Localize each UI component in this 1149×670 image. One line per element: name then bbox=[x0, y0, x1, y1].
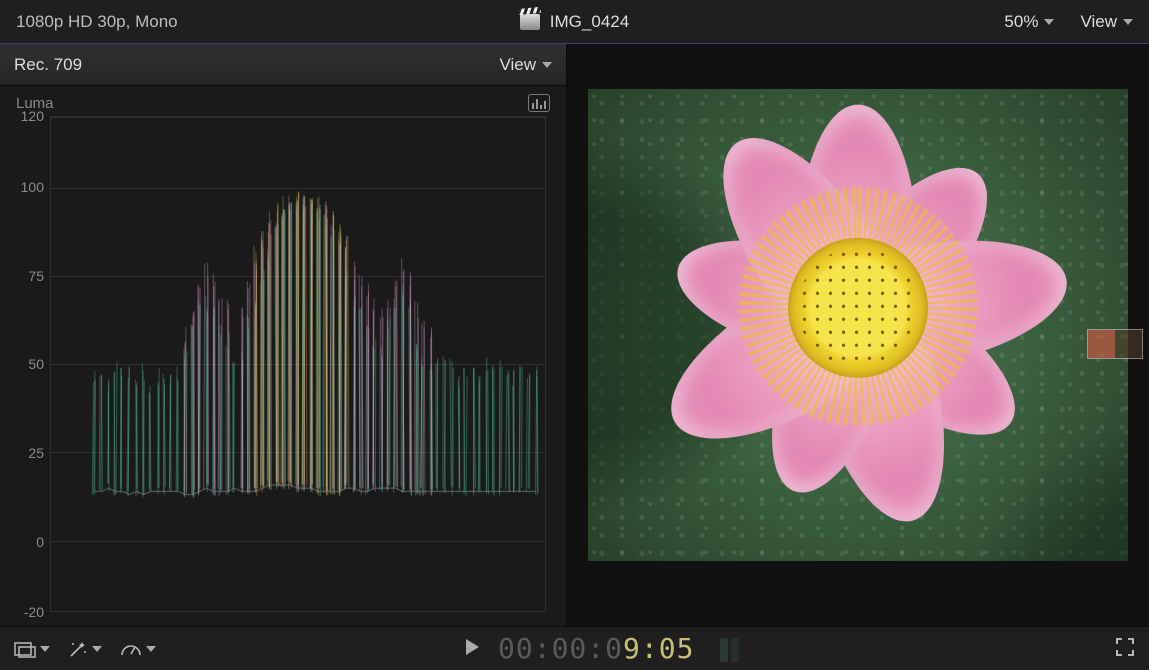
chevron-down-icon bbox=[92, 646, 102, 652]
format-label: 1080p HD 30p, Mono bbox=[16, 12, 178, 32]
chevron-down-icon bbox=[146, 646, 156, 652]
flower-graphic bbox=[638, 96, 1078, 536]
timecode-inactive: 00:00:0 bbox=[498, 632, 623, 665]
video-scopes-panel: Rec. 709 View Luma 120 100 75 50 25 0 -20 bbox=[0, 44, 567, 626]
scope-tick-label: 0 bbox=[10, 534, 44, 550]
timecode-display[interactable]: 00:00:09:05 bbox=[498, 632, 694, 665]
chevron-down-icon bbox=[1044, 19, 1054, 25]
waveform-scope: 1201007550250-20 bbox=[10, 116, 552, 612]
scope-tick-label: 75 bbox=[10, 268, 44, 284]
zoom-dropdown[interactable]: 50% bbox=[1004, 12, 1054, 32]
viewer-header: 1080p HD 30p, Mono IMG_0424 50% View bbox=[0, 0, 1149, 44]
scope-tick-label: 50 bbox=[10, 356, 44, 372]
chevron-down-icon bbox=[40, 646, 50, 652]
audio-meters bbox=[720, 636, 739, 662]
scope-tick-label: 120 bbox=[10, 108, 44, 124]
video-preview[interactable] bbox=[567, 44, 1149, 626]
clip-name: IMG_0424 bbox=[550, 12, 629, 32]
chevron-down-icon bbox=[1123, 19, 1133, 25]
viewer-view-label: View bbox=[1080, 12, 1117, 32]
enhance-tool-button[interactable] bbox=[68, 639, 102, 659]
clapperboard-icon bbox=[520, 14, 540, 30]
scope-tick-label: -20 bbox=[10, 604, 44, 620]
colorspace-label: Rec. 709 bbox=[14, 55, 82, 75]
preview-image bbox=[588, 89, 1128, 561]
fullscreen-button[interactable] bbox=[1115, 637, 1135, 660]
scope-grid bbox=[50, 116, 546, 612]
transport-bar: 00:00:09:05 bbox=[0, 626, 1149, 670]
trim-tool-button[interactable] bbox=[14, 640, 50, 658]
luma-waveform bbox=[91, 117, 539, 565]
main-split: Rec. 709 View Luma 120 100 75 50 25 0 -20 bbox=[0, 44, 1149, 626]
timecode-active: 9:05 bbox=[623, 632, 694, 665]
gamut-indicator[interactable] bbox=[1087, 329, 1143, 359]
zoom-value: 50% bbox=[1004, 12, 1038, 32]
scope-header: Rec. 709 View bbox=[0, 44, 566, 86]
play-button[interactable] bbox=[464, 638, 480, 659]
scope-view-dropdown[interactable]: View bbox=[499, 55, 552, 75]
retime-tool-button[interactable] bbox=[120, 641, 156, 657]
chevron-down-icon bbox=[542, 62, 552, 68]
scope-settings-button[interactable] bbox=[528, 94, 550, 112]
scope-view-label: View bbox=[499, 55, 536, 75]
scope-tick-label: 100 bbox=[10, 179, 44, 195]
viewer-view-dropdown[interactable]: View bbox=[1080, 12, 1133, 32]
scope-tick-label: 25 bbox=[10, 445, 44, 461]
scope-mode-row: Luma bbox=[0, 86, 566, 114]
